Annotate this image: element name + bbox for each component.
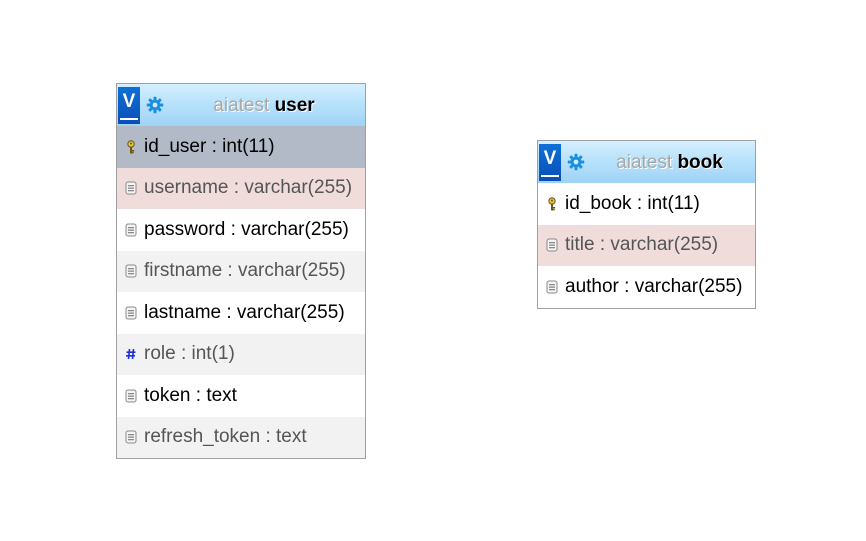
column-row-username[interactable]: username : varchar(255) xyxy=(117,167,365,209)
field-icon xyxy=(125,430,137,444)
table-header[interactable]: V aiatest user xyxy=(117,84,365,126)
column-row-title[interactable]: title : varchar(255) xyxy=(538,224,755,266)
column-row-refresh-token[interactable]: refresh_token : text xyxy=(117,416,365,458)
column-row-password[interactable]: password : varchar(255) xyxy=(117,209,365,251)
column-label: role : int(1) xyxy=(144,343,235,365)
database-name: aiatest xyxy=(213,95,270,116)
column-label: id_book : int(11) xyxy=(565,192,700,214)
column-label: id_user : int(11) xyxy=(144,135,275,157)
key-icon xyxy=(548,197,556,211)
field-icon xyxy=(125,389,137,403)
database-name: aiatest xyxy=(616,152,673,173)
column-list: id_user : int(11) username : varchar(255… xyxy=(117,126,365,458)
column-list: id_book : int(11) title : varchar(255) a… xyxy=(538,183,755,308)
column-label: token : text xyxy=(144,384,237,406)
field-icon xyxy=(125,306,137,320)
column-label: refresh_token : text xyxy=(144,426,307,448)
column-label: title : varchar(255) xyxy=(565,234,719,256)
table-book[interactable]: V aiatest book id_book: int(11) title:… xyxy=(537,140,756,309)
field-icon xyxy=(125,264,137,278)
field-icon xyxy=(546,280,558,294)
column-row-author[interactable]: author : varchar(255) xyxy=(538,266,755,308)
column-label: author : varchar(255) xyxy=(565,275,743,297)
column-label: password : varchar(255) xyxy=(144,218,349,240)
field-icon xyxy=(125,223,137,237)
table-header[interactable]: V aiatest book xyxy=(538,141,755,183)
field-icon xyxy=(125,181,137,195)
table-title: aiatest user xyxy=(167,95,361,117)
column-row-id-book[interactable]: id_book : int(11) xyxy=(538,183,755,225)
toggle-columns-button[interactable]: V xyxy=(539,144,561,181)
column-row-token[interactable]: token : text xyxy=(117,375,365,417)
table-name: user xyxy=(274,95,315,116)
column-row-role[interactable]: role : int(1) xyxy=(117,333,365,375)
gear-icon[interactable] xyxy=(567,153,585,171)
field-icon xyxy=(546,238,558,252)
column-label: lastname : varchar(255) xyxy=(144,301,345,323)
table-title: aiatest book xyxy=(588,152,751,174)
table-name: book xyxy=(677,152,723,173)
gear-icon[interactable] xyxy=(146,96,164,114)
key-icon xyxy=(127,140,135,154)
column-label: firstname : varchar(255) xyxy=(144,260,346,282)
table-user[interactable]: V aiatest user id_user: int(11) usernam… xyxy=(116,83,366,459)
column-label: username : varchar(255) xyxy=(144,177,353,199)
column-row-firstname[interactable]: firstname : varchar(255) xyxy=(117,250,365,292)
hash-icon xyxy=(126,349,136,360)
toggle-columns-button[interactable]: V xyxy=(118,87,140,124)
column-row-lastname[interactable]: lastname : varchar(255) xyxy=(117,292,365,334)
column-row-id-user[interactable]: id_user : int(11) xyxy=(117,126,365,168)
